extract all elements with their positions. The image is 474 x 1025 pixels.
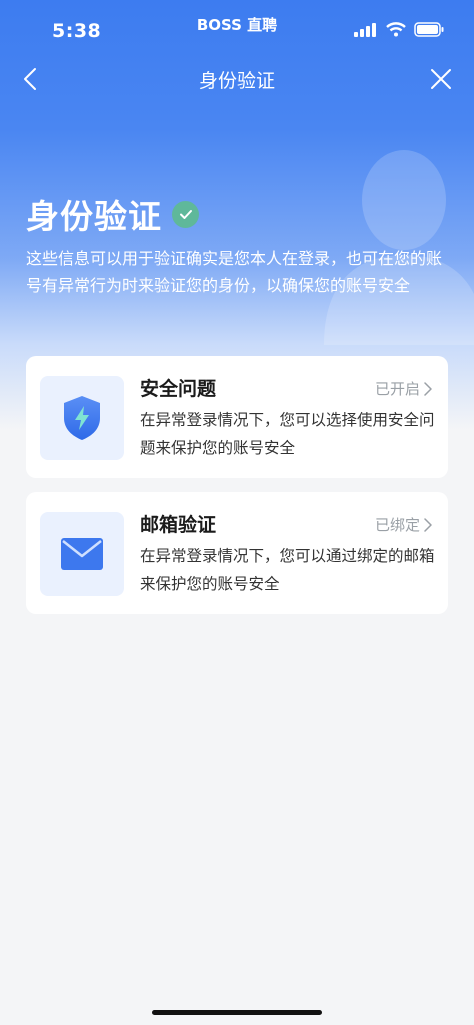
shield-lightning-icon — [64, 396, 100, 440]
envelope-icon — [61, 538, 103, 570]
card-icon-container — [40, 376, 124, 460]
card-status: 已绑定 — [375, 514, 432, 535]
wifi-icon — [386, 22, 406, 37]
status-icons — [354, 22, 444, 37]
home-indicator — [152, 1010, 322, 1015]
card-description: 在异常登录情况下，您可以通过绑定的邮箱来保护您的账号安全 — [140, 547, 435, 593]
card-title: 邮箱验证 — [140, 514, 217, 536]
card-status: 已开启 — [375, 378, 432, 399]
card-status-label: 已开启 — [374, 380, 420, 398]
chevron-right-icon — [424, 381, 432, 396]
battery-icon — [414, 22, 444, 37]
card-status-label: 已绑定 — [374, 516, 420, 534]
chevron-right-icon — [424, 517, 432, 532]
hero-description: 这些信息可以用于验证确实是您本人在登录，也可在您的账号有异常行为时来验证您的身份… — [26, 249, 443, 295]
hero-heading: 身份验证 — [26, 190, 199, 238]
email-verification-card[interactable]: 邮箱验证 已绑定 在异常登录情况下，您可以通过绑定的邮箱来保护您的账号安全 — [26, 492, 448, 614]
verified-check-icon — [172, 200, 199, 228]
status-bar: 5:38 BOSS 直聘 — [0, 0, 474, 58]
signal-icon — [354, 22, 376, 37]
card-description: 在异常登录情况下，您可以选择使用安全问题来保护您的账号安全 — [140, 411, 435, 457]
card-title: 安全问题 — [140, 378, 217, 400]
page-title: 身份验证 — [198, 70, 275, 92]
hero-title: 身份验证 — [26, 197, 162, 236]
close-icon[interactable] — [428, 66, 454, 92]
security-question-card[interactable]: 安全问题 已开启 在异常登录情况下，您可以选择使用安全问题来保护您的账号安全 — [26, 356, 448, 478]
card-icon-container — [40, 512, 124, 596]
navigation-bar: 身份验证 — [0, 58, 474, 102]
